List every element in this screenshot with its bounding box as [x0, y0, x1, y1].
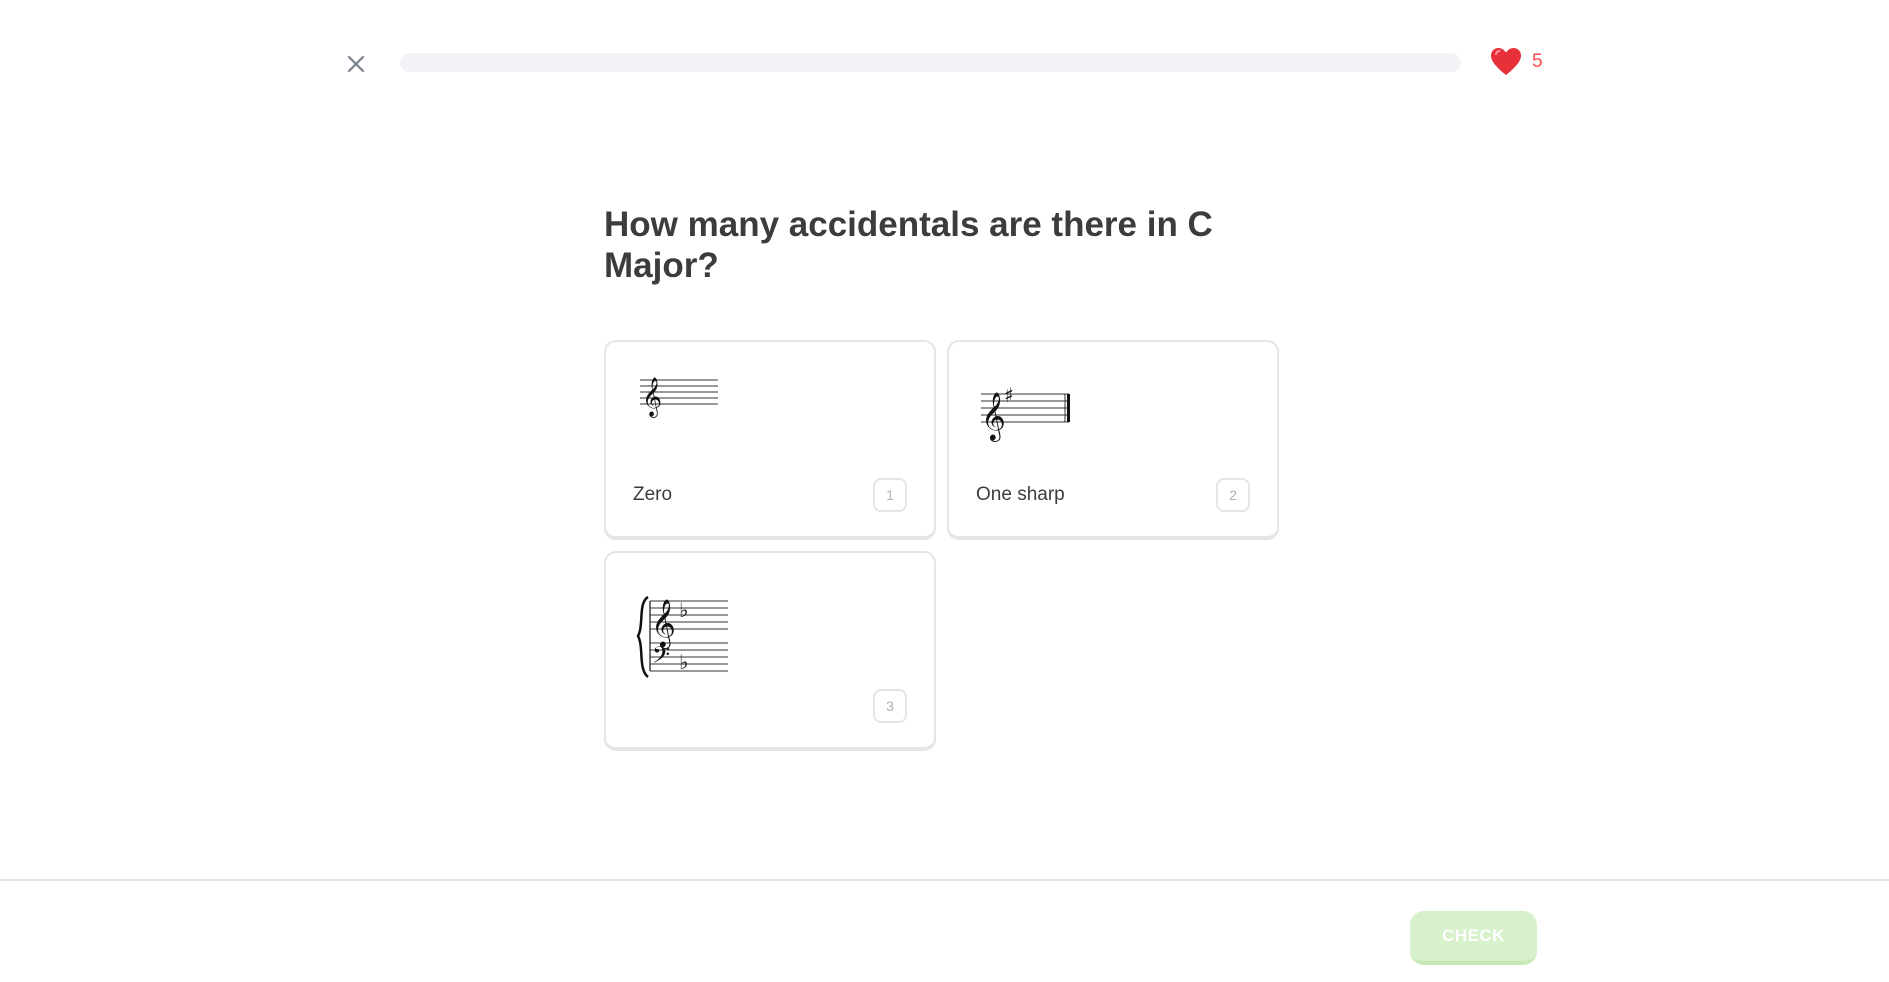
answer-choices: 𝄞 Zero 1 𝄞 ♯ One sharp 2 𝄞 ♭ 𝄢 ♭ 3 — [604, 340, 1280, 751]
choice-shortcut-key: 2 — [1216, 478, 1250, 512]
choice-card-1[interactable]: 𝄞 Zero 1 — [604, 340, 936, 540]
svg-text:𝄞: 𝄞 — [981, 391, 1006, 442]
heart-icon — [1491, 48, 1521, 75]
choice-card-2[interactable]: 𝄞 ♯ One sharp 2 — [947, 340, 1279, 540]
hearts-counter: 5 — [1490, 44, 1543, 80]
svg-text:♭: ♭ — [679, 650, 688, 674]
grand-staff-one-flat-image: 𝄞 ♭ 𝄢 ♭ — [636, 595, 728, 678]
choice-card-3[interactable]: 𝄞 ♭ 𝄢 ♭ 3 — [604, 551, 936, 751]
close-button[interactable] — [342, 50, 370, 78]
choice-label: One sharp — [976, 484, 1065, 505]
svg-text:𝄢: 𝄢 — [652, 641, 670, 674]
close-icon — [347, 55, 365, 73]
lesson-progress-bar — [400, 53, 1461, 72]
svg-text:♯: ♯ — [1004, 383, 1014, 407]
choice-shortcut-key: 1 — [873, 478, 907, 512]
svg-text:♭: ♭ — [679, 598, 688, 622]
svg-text:𝄞: 𝄞 — [642, 377, 662, 418]
check-button[interactable]: CHECK — [1410, 911, 1537, 965]
treble-staff-one-sharp-image: 𝄞 ♯ — [981, 383, 1070, 442]
hearts-count: 5 — [1532, 51, 1543, 72]
question-title: How many accidentals are there in C Majo… — [604, 205, 1213, 285]
choice-label: Zero — [633, 484, 673, 505]
top-bar: 5 — [0, 0, 1889, 130]
treble-staff-no-accidentals-image: 𝄞 — [640, 377, 718, 418]
choice-shortcut-key: 3 — [873, 689, 907, 723]
footer-bar: CHECK — [0, 879, 1889, 982]
